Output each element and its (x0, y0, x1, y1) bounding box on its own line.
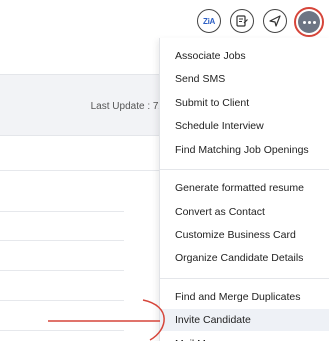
menu-item-schedule-interview[interactable]: Schedule Interview (160, 115, 329, 137)
edit-button[interactable] (230, 9, 254, 33)
menu-item-find-and-merge-duplicates[interactable]: Find and Merge Duplicates (160, 286, 329, 308)
row-divider (0, 330, 124, 331)
menu-item-organize-candidate-details[interactable]: Organize Candidate Details (160, 247, 329, 269)
menu-separator (160, 278, 329, 279)
send-button[interactable] (263, 9, 287, 33)
more-actions-menu: Associate Jobs Send SMS Submit to Client… (159, 38, 329, 341)
send-icon (269, 15, 281, 27)
section-divider (0, 170, 175, 171)
menu-item-submit-to-client[interactable]: Submit to Client (160, 92, 329, 114)
more-icon (298, 11, 320, 33)
row-divider (0, 300, 124, 301)
menu-item-convert-as-contact[interactable]: Convert as Contact (160, 201, 329, 223)
menu-separator (160, 169, 329, 170)
row-divider (0, 211, 124, 212)
zia-icon: ZiA (203, 16, 215, 26)
row-divider (0, 240, 124, 241)
record-toolbar: ZiA (197, 9, 287, 33)
menu-item-customize-business-card[interactable]: Customize Business Card (160, 224, 329, 246)
menu-item-invite-candidate[interactable]: Invite Candidate (160, 309, 329, 331)
menu-item-find-matching-job-openings[interactable]: Find Matching Job Openings (160, 139, 329, 161)
last-update-text: Last Update : 72 (90, 101, 164, 112)
menu-item-generate-formatted-resume[interactable]: Generate formatted resume (160, 177, 329, 199)
menu-item-mail-merge[interactable]: Mail Merge (160, 333, 329, 341)
edit-icon (236, 15, 248, 27)
menu-item-associate-jobs[interactable]: Associate Jobs (160, 45, 329, 67)
menu-item-send-sms[interactable]: Send SMS (160, 68, 329, 90)
zia-button[interactable]: ZiA (197, 9, 221, 33)
more-actions-button[interactable] (294, 7, 324, 37)
row-divider (0, 270, 124, 271)
